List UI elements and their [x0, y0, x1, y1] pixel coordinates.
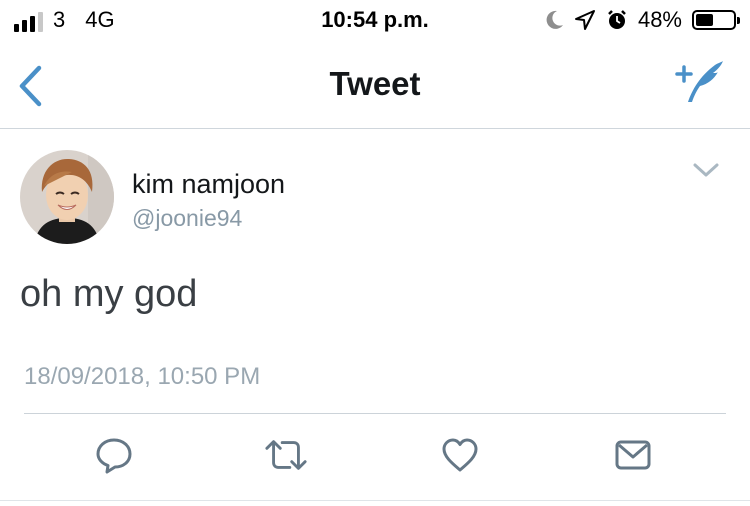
compose-tweet-icon [675, 61, 723, 102]
like-icon [442, 438, 478, 472]
direct-message-icon [615, 440, 651, 470]
avatar[interactable] [20, 150, 114, 244]
status-right: 48% [546, 7, 740, 33]
battery-level-fill [696, 14, 714, 26]
author-display-name[interactable]: kim namjoon [132, 168, 285, 200]
reply-button[interactable] [92, 433, 136, 477]
compose-tweet-button[interactable] [670, 56, 726, 108]
page-title: Tweet [329, 65, 421, 102]
tweet-options-button[interactable] [692, 160, 720, 180]
direct-message-button[interactable] [611, 433, 655, 477]
moon-icon [546, 10, 563, 29]
tweet-text: oh my god [20, 273, 198, 315]
retweet-button[interactable] [264, 433, 308, 477]
retweet-icon [265, 440, 307, 470]
like-button[interactable] [438, 433, 482, 477]
location-arrow-icon [574, 10, 595, 30]
profile-photo [20, 150, 114, 244]
bottom-divider [0, 500, 750, 501]
status-bar: 3 4G 10:54 p.m. 48% [0, 0, 750, 40]
divider [24, 413, 726, 414]
tweet-timestamp: 18/09/2018, 10:50 PM [24, 363, 261, 390]
nav-bar: Tweet [0, 40, 750, 129]
chevron-down-icon [693, 163, 719, 177]
author-handle[interactable]: @joonie94 [132, 204, 242, 232]
battery-percentage: 48% [637, 7, 682, 32]
battery-icon [692, 10, 740, 30]
reply-icon [96, 438, 132, 474]
alarm-icon [608, 10, 626, 29]
